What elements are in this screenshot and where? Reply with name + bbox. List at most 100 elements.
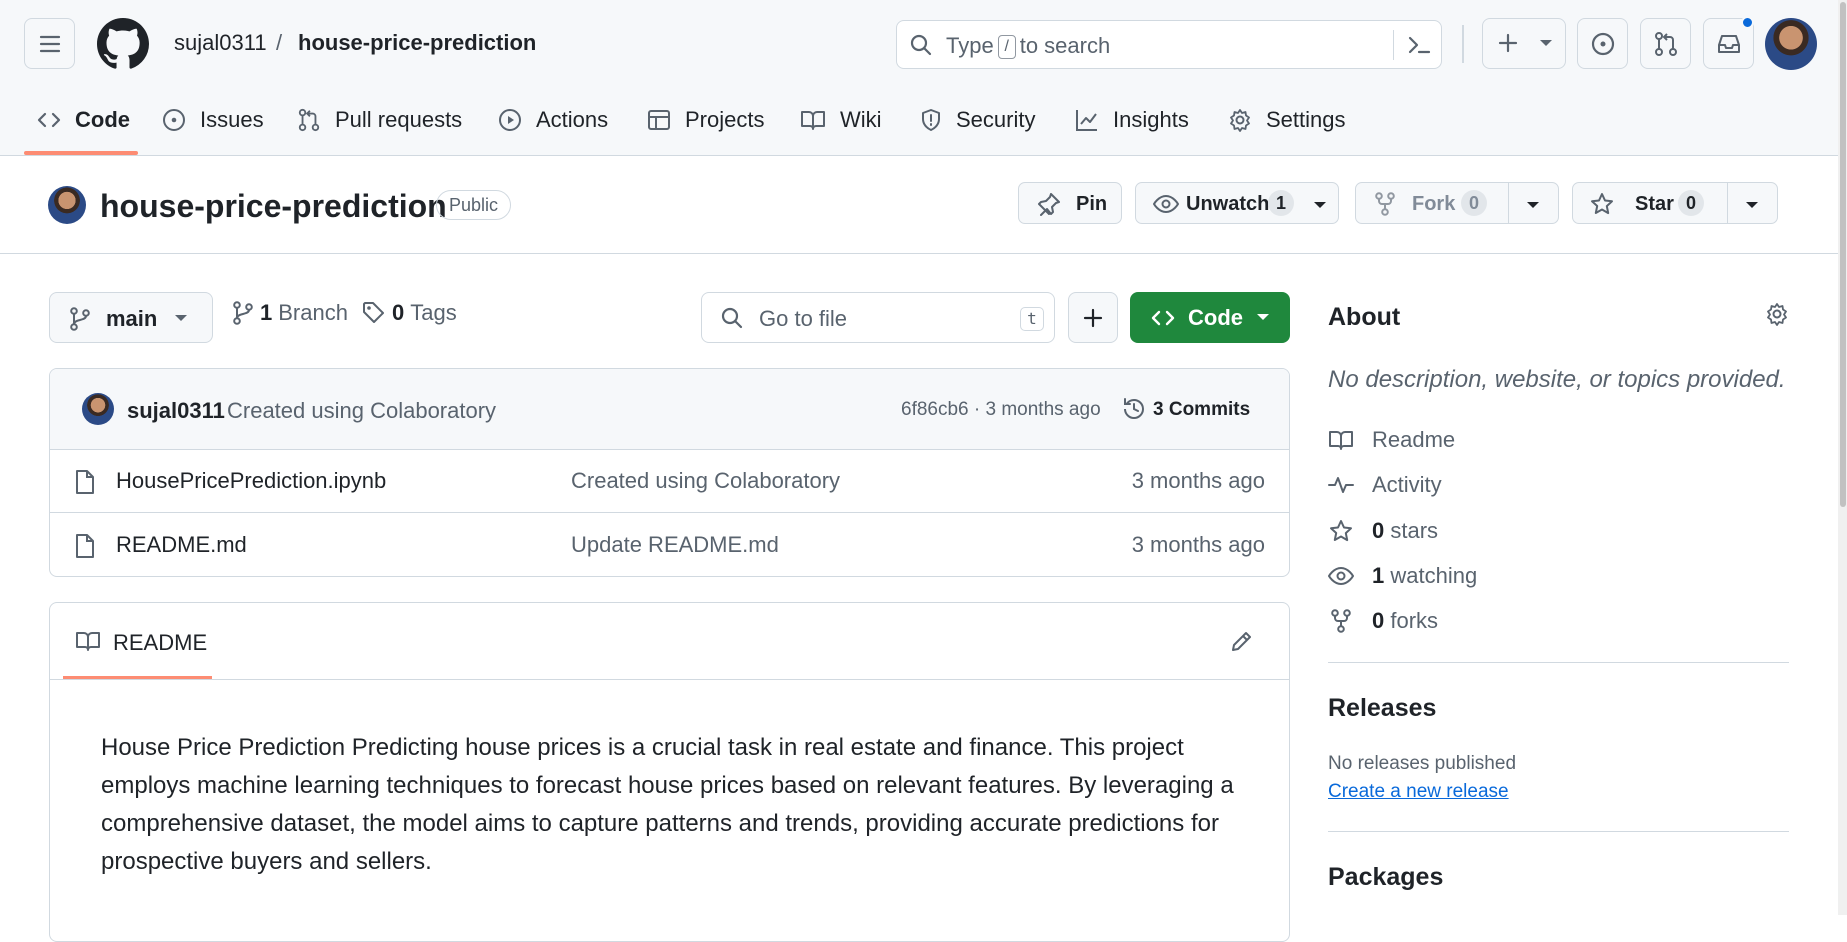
readme-header: README xyxy=(50,603,1289,680)
command-palette-icon[interactable] xyxy=(1407,34,1431,56)
readme-link[interactable]: Readme xyxy=(1328,425,1455,455)
file-table: sujal0311 Created using Colaboratory 6f8… xyxy=(49,368,1290,577)
add-file-button[interactable] xyxy=(1068,292,1118,343)
notification-dot xyxy=(1741,16,1754,29)
tab-issues[interactable]: Issues xyxy=(162,100,264,140)
code-icon xyxy=(37,112,61,128)
plus-icon xyxy=(1498,33,1518,53)
tags-link[interactable]: 0 Tags xyxy=(362,300,457,326)
readme-tab-label[interactable]: README xyxy=(113,630,207,656)
tab-code[interactable]: Code xyxy=(37,100,130,140)
tab-settings[interactable]: Settings xyxy=(1228,100,1346,140)
file-name[interactable]: HousePricePrediction.ipynb xyxy=(116,468,386,494)
stars-link[interactable]: 0 stars xyxy=(1328,516,1438,546)
branch-count: 1 xyxy=(260,300,273,325)
commit-message[interactable]: Created using Colaboratory xyxy=(227,398,496,424)
code-dropdown-button[interactable]: Code xyxy=(1130,292,1290,343)
tab-projects[interactable]: Projects xyxy=(647,100,764,140)
go-to-file-input[interactable]: Go to file t xyxy=(701,292,1055,343)
go-to-file-shortcut: t xyxy=(1020,307,1044,331)
star-button[interactable]: Star 0 xyxy=(1572,182,1778,224)
sidebar-divider xyxy=(1328,662,1789,663)
tab-insights[interactable]: Insights xyxy=(1075,100,1189,140)
no-releases-text: No releases published xyxy=(1328,753,1517,774)
tab-wiki-label: Wiki xyxy=(840,107,882,132)
git-pull-request-icon xyxy=(298,108,320,132)
shield-icon xyxy=(922,109,940,131)
repo-title[interactable]: house-price-prediction xyxy=(100,188,447,225)
branch-name: main xyxy=(106,306,158,331)
file-commit-message[interactable]: Created using Colaboratory xyxy=(571,468,840,494)
forks-count: 0 xyxy=(1372,608,1385,633)
watching-link[interactable]: 1 watching xyxy=(1328,561,1477,591)
tab-issues-label: Issues xyxy=(200,107,264,132)
git-branch-icon xyxy=(233,301,253,325)
repo-owner-avatar[interactable] xyxy=(48,186,86,224)
visibility-badge: Public xyxy=(436,190,512,220)
commits-link[interactable]: 3 Commits xyxy=(1153,399,1250,421)
pulse-icon xyxy=(1328,477,1354,493)
commit-author-avatar[interactable] xyxy=(82,393,114,425)
breadcrumb-separator: / xyxy=(276,30,283,55)
fork-button[interactable]: Fork 0 xyxy=(1355,182,1559,224)
star-icon xyxy=(1330,520,1352,542)
search-input[interactable]: Type / to search xyxy=(896,20,1442,69)
file-name[interactable]: README.md xyxy=(116,532,247,558)
tab-insights-label: Insights xyxy=(1113,107,1189,132)
triangle-down-icon xyxy=(1257,314,1269,320)
pin-label: Pin xyxy=(1076,193,1108,215)
hamburger-icon xyxy=(39,35,60,52)
fork-counter: 0 xyxy=(1461,190,1487,216)
create-release-link[interactable]: Create a new release xyxy=(1328,781,1509,803)
forks-link[interactable]: 0 forks xyxy=(1328,606,1438,636)
breadcrumb-repo[interactable]: house-price-prediction xyxy=(298,30,536,56)
pencil-icon[interactable] xyxy=(1230,629,1254,653)
branches-link[interactable]: 1 Branch xyxy=(232,300,348,326)
go-to-file-placeholder: Go to file xyxy=(759,306,848,331)
packages-heading[interactable]: Packages xyxy=(1328,863,1443,892)
create-new-button[interactable] xyxy=(1482,18,1566,69)
pull-requests-button[interactable] xyxy=(1640,18,1691,69)
branch-label: Branch xyxy=(278,300,348,325)
activity-link[interactable]: Activity xyxy=(1328,470,1442,500)
tag-icon xyxy=(363,302,384,323)
file-row[interactable]: README.md Update README.md 3 months ago xyxy=(50,514,1289,576)
file-commit-message[interactable]: Update README.md xyxy=(571,532,779,558)
branch-selector[interactable]: main xyxy=(49,292,213,343)
unwatch-button[interactable]: Unwatch 1 xyxy=(1135,182,1339,224)
tab-code-label: Code xyxy=(75,107,130,132)
readme-tab-indicator xyxy=(63,676,212,679)
pin-button[interactable]: Pin xyxy=(1018,182,1122,224)
scrollbar-thumb[interactable] xyxy=(1840,2,1846,507)
file-icon xyxy=(76,470,94,494)
tab-security[interactable]: Security xyxy=(920,100,1035,140)
git-pull-request-icon xyxy=(1654,31,1677,56)
tab-actions[interactable]: Actions xyxy=(498,100,608,140)
gear-icon xyxy=(1230,109,1250,132)
readme-link-label: Readme xyxy=(1372,427,1456,452)
github-logo-icon[interactable] xyxy=(97,18,149,70)
tab-wiki[interactable]: Wiki xyxy=(800,100,882,140)
search-placeholder: Type / to search xyxy=(946,33,1111,59)
triangle-down-icon[interactable] xyxy=(1526,200,1540,210)
tab-pull-requests-label: Pull requests xyxy=(335,107,463,132)
user-avatar[interactable] xyxy=(1765,18,1817,70)
commit-sha-time[interactable]: 6f86cb6 · 3 months ago xyxy=(901,399,1101,421)
issues-button[interactable] xyxy=(1577,18,1628,69)
watch-counter: 1 xyxy=(1268,190,1294,216)
releases-heading[interactable]: Releases xyxy=(1328,694,1436,723)
file-row[interactable]: HousePricePrediction.ipynb Created using… xyxy=(50,450,1289,513)
menu-button[interactable] xyxy=(24,18,75,69)
book-icon xyxy=(801,111,825,130)
tag-label: Tags xyxy=(410,300,457,325)
readme-paragraph: House Price Prediction Predicting house … xyxy=(101,734,1234,875)
plus-icon xyxy=(1083,308,1103,327)
breadcrumb-owner[interactable]: sujal0311 xyxy=(174,30,267,56)
triangle-down-icon xyxy=(1540,40,1552,46)
book-icon xyxy=(76,632,100,651)
commit-author[interactable]: sujal0311 xyxy=(127,398,225,424)
tab-pull-requests[interactable]: Pull requests xyxy=(297,100,462,140)
file-icon xyxy=(76,534,94,558)
triangle-down-icon[interactable] xyxy=(1745,200,1759,210)
gear-icon[interactable] xyxy=(1765,302,1789,326)
